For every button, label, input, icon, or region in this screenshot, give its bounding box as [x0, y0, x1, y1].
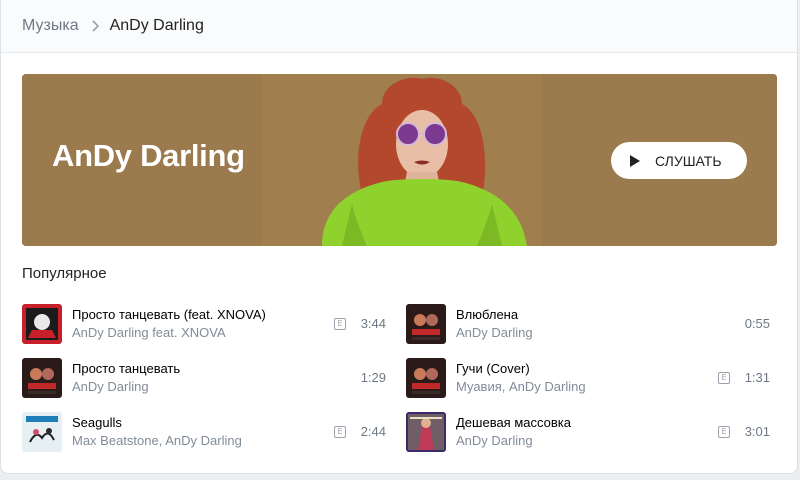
breadcrumb-music-link[interactable]: Музыка	[22, 17, 79, 35]
track-cover[interactable]	[22, 358, 62, 398]
artist-name: AnDy Darling	[52, 138, 245, 173]
track-row[interactable]: Seagulls Max Beatstone, AnDy Darling E 2…	[22, 412, 386, 452]
track-title: Дешевая массовка	[456, 415, 571, 430]
listen-button[interactable]: СЛУШАТЬ	[611, 142, 747, 179]
track-cover[interactable]	[406, 304, 446, 344]
breadcrumb: Музыка AnDy Darling	[1, 0, 797, 53]
track-cover[interactable]	[406, 412, 446, 452]
track-row[interactable]: Просто танцевать (feat. XNOVA) AnDy Darl…	[22, 304, 386, 344]
track-title: Просто танцевать	[72, 361, 181, 376]
track-title: Влюблена	[456, 307, 519, 322]
track-duration: 0:55	[744, 316, 770, 331]
track-cover[interactable]	[22, 304, 62, 344]
track-duration: 1:29	[360, 370, 386, 385]
track-duration: 2:44	[360, 424, 386, 439]
track-title: Гучи (Cover)	[456, 361, 530, 376]
track-artist[interactable]: AnDy Darling	[456, 432, 706, 450]
track-artist[interactable]: Max Beatstone, AnDy Darling	[72, 432, 322, 450]
explicit-badge: E	[334, 318, 346, 330]
artist-banner: AnDy Darling СЛУШАТЬ	[22, 74, 777, 246]
track-duration: 1:31	[744, 370, 770, 385]
track-title: Seagulls	[72, 415, 122, 430]
breadcrumb-current: AnDy Darling	[109, 17, 204, 34]
track-artist[interactable]: AnDy Darling	[456, 324, 706, 342]
track-row[interactable]: Влюблена AnDy Darling 0:55	[406, 304, 770, 344]
explicit-badge: E	[718, 426, 730, 438]
track-artist[interactable]: Муавия, AnDy Darling	[456, 378, 706, 396]
track-artist[interactable]: AnDy Darling	[72, 378, 322, 396]
track-cover[interactable]	[22, 412, 62, 452]
track-duration: 3:44	[360, 316, 386, 331]
popular-section-title: Популярное	[22, 265, 107, 282]
track-row[interactable]: Просто танцевать AnDy Darling 1:29	[22, 358, 386, 398]
track-row[interactable]: Дешевая массовка AnDy Darling E 3:01	[406, 412, 770, 452]
track-duration: 3:01	[744, 424, 770, 439]
explicit-badge: E	[334, 426, 346, 438]
popular-track-list: Просто танцевать (feat. XNOVA) AnDy Darl…	[22, 304, 772, 452]
track-row[interactable]: Гучи (Cover) Муавия, AnDy Darling E 1:31	[406, 358, 770, 398]
explicit-badge: E	[718, 372, 730, 384]
track-artist[interactable]: AnDy Darling feat. XNOVA	[72, 324, 322, 342]
track-title: Просто танцевать (feat. XNOVA)	[72, 307, 266, 322]
chevron-right-icon	[91, 20, 99, 32]
play-icon	[630, 154, 640, 167]
listen-button-label: СЛУШАТЬ	[655, 152, 722, 169]
music-page: Музыка AnDy Darling AnDy Darling СЛУШАТЬ…	[0, 0, 798, 474]
track-cover[interactable]	[406, 358, 446, 398]
